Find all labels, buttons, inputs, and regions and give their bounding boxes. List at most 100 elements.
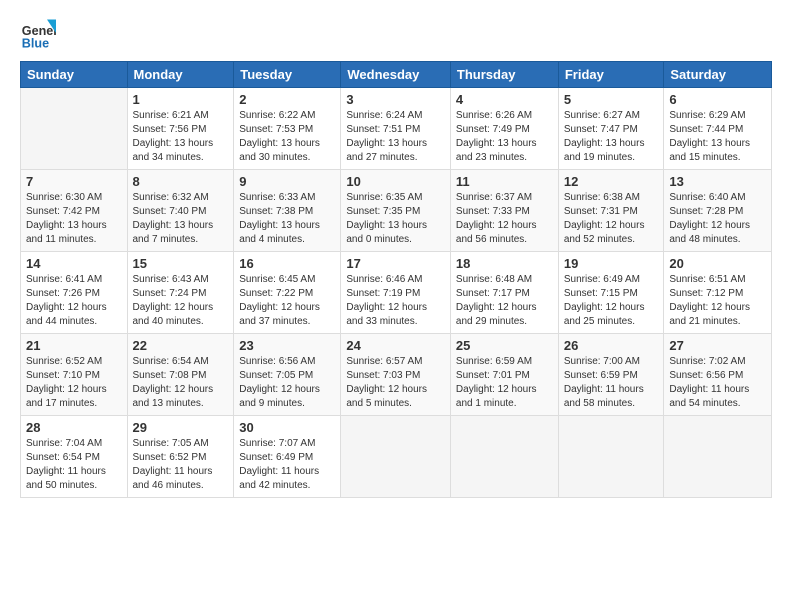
day-number: 22 — [133, 338, 229, 353]
calendar-cell: 11Sunrise: 6:37 AM Sunset: 7:33 PM Dayli… — [450, 170, 558, 252]
day-info: Sunrise: 6:43 AM Sunset: 7:24 PM Dayligh… — [133, 273, 229, 329]
week-row-4: 21 Sunrise: 6:52 AM Sunset: 7:10 PM Dayli… — [21, 334, 772, 416]
day-info: Sunrise: 6:22 AM Sunset: 7:53 PM Dayligh… — [239, 109, 335, 165]
calendar-cell: 27 Sunrise: 7:02 AM Sunset: 6:56 PM Dayli… — [664, 334, 772, 416]
day-info: Sunrise: 6:21 AM Sunset: 7:56 PM Dayligh… — [133, 109, 229, 165]
day-number: 29 — [133, 420, 229, 435]
day-number: 4 — [456, 92, 553, 107]
day-info: Sunrise: 6:45 AM Sunset: 7:22 PM Dayligh… — [239, 273, 335, 329]
day-number: 24 — [346, 338, 445, 353]
calendar-cell: 24Sunrise: 6:57 AM Sunset: 7:03 PM Dayli… — [341, 334, 451, 416]
day-info: Sunrise: 7:05 AM Sunset: 6:52 PM Dayligh… — [133, 437, 229, 493]
day-info: Sunrise: 6:32 AM Sunset: 7:40 PM Dayligh… — [133, 191, 229, 247]
day-number: 14 — [26, 256, 122, 271]
svg-text:Blue: Blue — [22, 36, 49, 50]
day-info: Sunrise: 7:04 AM Sunset: 6:54 PM Dayligh… — [26, 437, 122, 493]
calendar-cell — [558, 416, 664, 498]
day-number: 7 — [26, 174, 122, 189]
day-info: Sunrise: 6:40 AM Sunset: 7:28 PM Dayligh… — [669, 191, 766, 247]
day-info: Sunrise: 6:46 AM Sunset: 7:19 PM Dayligh… — [346, 273, 445, 329]
day-number: 5 — [564, 92, 659, 107]
day-info: Sunrise: 6:29 AM Sunset: 7:44 PM Dayligh… — [669, 109, 766, 165]
day-info: Sunrise: 6:38 AM Sunset: 7:31 PM Dayligh… — [564, 191, 659, 247]
calendar-cell: 13 Sunrise: 6:40 AM Sunset: 7:28 PM Dayli… — [664, 170, 772, 252]
day-number: 28 — [26, 420, 122, 435]
day-number: 13 — [669, 174, 766, 189]
calendar-cell: 21 Sunrise: 6:52 AM Sunset: 7:10 PM Dayli… — [21, 334, 128, 416]
day-info: Sunrise: 6:26 AM Sunset: 7:49 PM Dayligh… — [456, 109, 553, 165]
calendar-cell: 7 Sunrise: 6:30 AM Sunset: 7:42 PM Daylig… — [21, 170, 128, 252]
calendar-cell: 22 Sunrise: 6:54 AM Sunset: 7:08 PM Dayli… — [127, 334, 234, 416]
day-number: 6 — [669, 92, 766, 107]
day-number: 10 — [346, 174, 445, 189]
calendar-cell: 12 Sunrise: 6:38 AM Sunset: 7:31 PM Dayli… — [558, 170, 664, 252]
weekday-header-monday: Monday — [127, 62, 234, 88]
day-info: Sunrise: 6:30 AM Sunset: 7:42 PM Dayligh… — [26, 191, 122, 247]
calendar-cell: 17 Sunrise: 6:46 AM Sunset: 7:19 PM Dayli… — [341, 252, 451, 334]
day-number: 20 — [669, 256, 766, 271]
day-info: Sunrise: 6:27 AM Sunset: 7:47 PM Dayligh… — [564, 109, 659, 165]
calendar-cell — [664, 416, 772, 498]
day-info: Sunrise: 7:07 AM Sunset: 6:49 PM Dayligh… — [239, 437, 335, 493]
weekday-header-sunday: Sunday — [21, 62, 128, 88]
day-number: 18 — [456, 256, 553, 271]
calendar-cell: 15 Sunrise: 6:43 AM Sunset: 7:24 PM Dayli… — [127, 252, 234, 334]
calendar-cell: 19Sunrise: 6:49 AM Sunset: 7:15 PM Dayli… — [558, 252, 664, 334]
calendar-cell: 8 Sunrise: 6:32 AM Sunset: 7:40 PM Daylig… — [127, 170, 234, 252]
calendar-cell: 26 Sunrise: 7:00 AM Sunset: 6:59 PM Dayli… — [558, 334, 664, 416]
week-row-5: 28 Sunrise: 7:04 AM Sunset: 6:54 PM Dayli… — [21, 416, 772, 498]
calendar-cell: 6 Sunrise: 6:29 AM Sunset: 7:44 PM Daylig… — [664, 88, 772, 170]
day-number: 23 — [239, 338, 335, 353]
day-number: 8 — [133, 174, 229, 189]
calendar-cell — [450, 416, 558, 498]
calendar-cell: 9Sunrise: 6:33 AM Sunset: 7:38 PM Daylig… — [234, 170, 341, 252]
day-number: 25 — [456, 338, 553, 353]
day-info: Sunrise: 6:54 AM Sunset: 7:08 PM Dayligh… — [133, 355, 229, 411]
logo: General Blue — [20, 15, 56, 51]
day-number: 17 — [346, 256, 445, 271]
day-info: Sunrise: 6:51 AM Sunset: 7:12 PM Dayligh… — [669, 273, 766, 329]
day-info: Sunrise: 6:56 AM Sunset: 7:05 PM Dayligh… — [239, 355, 335, 411]
day-info: Sunrise: 6:48 AM Sunset: 7:17 PM Dayligh… — [456, 273, 553, 329]
calendar-cell: 14Sunrise: 6:41 AM Sunset: 7:26 PM Dayli… — [21, 252, 128, 334]
day-number: 9 — [239, 174, 335, 189]
calendar-cell: 18 Sunrise: 6:48 AM Sunset: 7:17 PM Dayli… — [450, 252, 558, 334]
header: General Blue — [20, 15, 772, 51]
week-row-3: 14Sunrise: 6:41 AM Sunset: 7:26 PM Dayli… — [21, 252, 772, 334]
day-number: 15 — [133, 256, 229, 271]
day-info: Sunrise: 6:37 AM Sunset: 7:33 PM Dayligh… — [456, 191, 553, 247]
day-number: 30 — [239, 420, 335, 435]
calendar-cell — [341, 416, 451, 498]
day-number: 27 — [669, 338, 766, 353]
weekday-header-saturday: Saturday — [664, 62, 772, 88]
calendar-cell: 23 Sunrise: 6:56 AM Sunset: 7:05 PM Dayli… — [234, 334, 341, 416]
day-info: Sunrise: 6:24 AM Sunset: 7:51 PM Dayligh… — [346, 109, 445, 165]
day-info: Sunrise: 7:00 AM Sunset: 6:59 PM Dayligh… — [564, 355, 659, 411]
calendar-cell: 25Sunrise: 6:59 AM Sunset: 7:01 PM Dayli… — [450, 334, 558, 416]
day-info: Sunrise: 6:35 AM Sunset: 7:35 PM Dayligh… — [346, 191, 445, 247]
day-info: Sunrise: 6:52 AM Sunset: 7:10 PM Dayligh… — [26, 355, 122, 411]
calendar-cell: 3 Sunrise: 6:24 AM Sunset: 7:51 PM Daylig… — [341, 88, 451, 170]
logo-icon: General Blue — [20, 15, 56, 51]
weekday-header-friday: Friday — [558, 62, 664, 88]
calendar-cell: 28 Sunrise: 7:04 AM Sunset: 6:54 PM Dayli… — [21, 416, 128, 498]
weekday-header-tuesday: Tuesday — [234, 62, 341, 88]
calendar-cell — [21, 88, 128, 170]
calendar-cell: 2 Sunrise: 6:22 AM Sunset: 7:53 PM Daylig… — [234, 88, 341, 170]
day-number: 2 — [239, 92, 335, 107]
day-number: 3 — [346, 92, 445, 107]
weekday-header-row: SundayMondayTuesdayWednesdayThursdayFrid… — [21, 62, 772, 88]
calendar-table: SundayMondayTuesdayWednesdayThursdayFrid… — [20, 61, 772, 498]
day-number: 26 — [564, 338, 659, 353]
calendar-cell: 30 Sunrise: 7:07 AM Sunset: 6:49 PM Dayli… — [234, 416, 341, 498]
weekday-header-wednesday: Wednesday — [341, 62, 451, 88]
calendar-cell: 1Sunrise: 6:21 AM Sunset: 7:56 PM Daylig… — [127, 88, 234, 170]
day-number: 21 — [26, 338, 122, 353]
week-row-2: 7 Sunrise: 6:30 AM Sunset: 7:42 PM Daylig… — [21, 170, 772, 252]
calendar-cell: 10 Sunrise: 6:35 AM Sunset: 7:35 PM Dayli… — [341, 170, 451, 252]
day-number: 16 — [239, 256, 335, 271]
day-info: Sunrise: 7:02 AM Sunset: 6:56 PM Dayligh… — [669, 355, 766, 411]
calendar-cell: 5 Sunrise: 6:27 AM Sunset: 7:47 PM Daylig… — [558, 88, 664, 170]
day-number: 12 — [564, 174, 659, 189]
calendar-cell: 20 Sunrise: 6:51 AM Sunset: 7:12 PM Dayli… — [664, 252, 772, 334]
